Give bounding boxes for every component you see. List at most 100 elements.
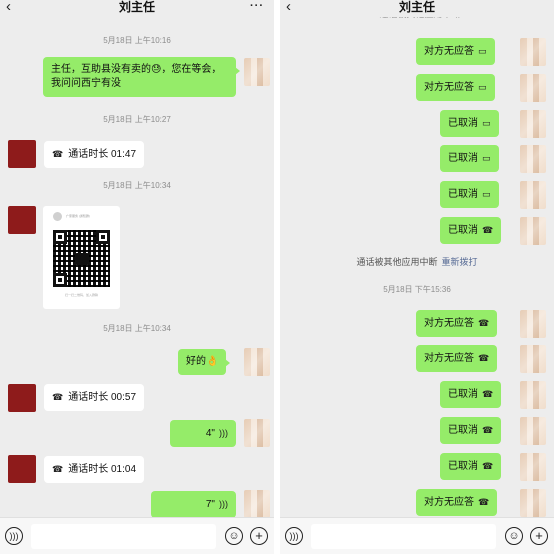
call-label: 对方无应答 bbox=[424, 82, 474, 93]
avatar[interactable] bbox=[520, 489, 546, 517]
call-record[interactable]: 已取消 ▭ bbox=[440, 181, 499, 208]
call-label: 已取消 bbox=[448, 225, 478, 236]
message-input[interactable] bbox=[311, 524, 496, 549]
voice-input-icon[interactable]: ))) bbox=[285, 527, 303, 545]
call-record[interactable]: ☎ 通话时长 01:04 bbox=[44, 456, 145, 483]
input-bar: ))) ☺ + bbox=[0, 517, 274, 554]
avatar[interactable] bbox=[520, 381, 546, 409]
call-label: 已取消 bbox=[448, 425, 478, 436]
voice-wave-icon: ))) bbox=[219, 428, 228, 438]
call-label: 通话时长 01:04 bbox=[68, 464, 137, 475]
chat-window-right: 通话被其他应用中断 对方无应答 ▭ 对方无应答 ▭ 已取消 ▭ 已取消 ▭ 已取消 ▭ 已… bbox=[280, 0, 554, 554]
avatar[interactable] bbox=[520, 181, 546, 209]
phone-icon: ☎ bbox=[482, 389, 494, 399]
qr-footer: 扫一扫二维码，加入群聊 bbox=[64, 293, 98, 297]
avatar[interactable] bbox=[520, 145, 546, 173]
chat-title: 刘主任 bbox=[118, 0, 155, 14]
call-record[interactable]: 已取消 ☎ bbox=[440, 217, 502, 244]
chat-title: 刘主任 bbox=[398, 0, 435, 14]
phone-icon: ☎ bbox=[52, 464, 64, 474]
timestamp: 5月18日 下午15:36 bbox=[383, 285, 451, 294]
call-label: 已取消 bbox=[448, 153, 478, 164]
call-record[interactable]: 对方无应答 ▭ bbox=[416, 74, 495, 101]
video-camera-icon: ▭ bbox=[482, 118, 491, 128]
avatar[interactable] bbox=[8, 140, 36, 168]
group-logo bbox=[53, 212, 62, 221]
qr-finder bbox=[53, 273, 67, 287]
video-camera-icon: ▭ bbox=[478, 46, 487, 56]
voice-duration: 7" bbox=[205, 499, 215, 510]
call-label: 已取消 bbox=[448, 461, 478, 472]
avatar[interactable] bbox=[8, 455, 36, 483]
system-note-text: 通话被其他应用中断 bbox=[356, 257, 438, 267]
qr-finder bbox=[53, 230, 67, 244]
call-record[interactable]: 已取消 ▭ bbox=[440, 145, 499, 172]
phone-icon: ☎ bbox=[478, 353, 490, 363]
emoji-icon[interactable]: ☺ bbox=[505, 527, 523, 545]
wechat-logo-icon bbox=[75, 253, 89, 265]
phone-icon: ☎ bbox=[478, 318, 490, 328]
call-record[interactable]: 对方无应答 ▭ bbox=[416, 38, 495, 65]
qr-code-card[interactable]: 广家服务 (通知群) 扫一扫二维码，加入群聊 bbox=[43, 206, 120, 309]
call-label: 通话时长 01:47 bbox=[68, 149, 137, 160]
avatar[interactable] bbox=[244, 58, 270, 86]
phone-icon: ☎ bbox=[478, 497, 490, 507]
avatar[interactable] bbox=[8, 384, 36, 412]
avatar[interactable] bbox=[520, 453, 546, 481]
video-camera-icon: ▭ bbox=[482, 189, 491, 199]
qr-finder bbox=[96, 230, 110, 244]
avatar[interactable] bbox=[520, 38, 546, 66]
phone-icon: ☎ bbox=[482, 425, 494, 435]
call-record[interactable]: 已取消 ▭ bbox=[440, 110, 499, 137]
call-record[interactable]: 对方无应答 ☎ bbox=[416, 489, 498, 516]
plus-icon[interactable]: + bbox=[530, 527, 548, 545]
call-record[interactable]: ☎ 通话时长 01:47 bbox=[44, 141, 145, 168]
voice-message[interactable]: 7"))) bbox=[151, 491, 236, 518]
avatar[interactable] bbox=[520, 417, 546, 445]
avatar[interactable] bbox=[244, 348, 270, 376]
emoji-icon[interactable]: ☺ bbox=[225, 527, 243, 545]
timestamp: 5月18日 上午10:34 bbox=[103, 181, 171, 190]
avatar[interactable] bbox=[244, 419, 270, 447]
phone-icon: ☎ bbox=[52, 149, 64, 159]
timestamp: 5月18日 上午10:27 bbox=[103, 115, 171, 124]
call-record[interactable]: 对方无应答 ☎ bbox=[416, 345, 498, 372]
call-label: 对方无应答 bbox=[424, 318, 474, 329]
avatar[interactable] bbox=[520, 310, 546, 338]
avatar[interactable] bbox=[520, 345, 546, 373]
message-list: 5月18日 上午10:16 主任，互助县没有卖的😓，您在等会，我问问西宁有没 5… bbox=[0, 17, 274, 518]
call-record[interactable]: 已取消 ☎ bbox=[440, 381, 502, 408]
more-dots-icon[interactable]: ··· bbox=[250, 0, 264, 12]
phone-icon: ☎ bbox=[482, 461, 494, 471]
call-record[interactable]: 对方无应答 ☎ bbox=[416, 310, 498, 337]
voice-wave-icon: ))) bbox=[219, 499, 228, 509]
redial-link[interactable]: 重新拨打 bbox=[442, 257, 478, 267]
call-label: 已取消 bbox=[448, 389, 478, 400]
qr-header: 广家服务 (通知群) bbox=[66, 214, 90, 218]
call-record[interactable]: 已取消 ☎ bbox=[440, 453, 502, 480]
voice-input-icon[interactable]: ))) bbox=[5, 527, 23, 545]
avatar[interactable] bbox=[244, 490, 270, 518]
call-label: 对方无应答 bbox=[424, 353, 474, 364]
call-label: 已取消 bbox=[448, 189, 478, 200]
call-label: 通话时长 00:57 bbox=[68, 392, 137, 403]
avatar[interactable] bbox=[520, 74, 546, 102]
phone-icon: ☎ bbox=[482, 225, 494, 235]
message-list: 通话被其他应用中断 对方无应答 ▭ 对方无应答 ▭ 已取消 ▭ 已取消 ▭ 已取消 ▭ 已… bbox=[280, 9, 554, 517]
message-input[interactable] bbox=[31, 524, 216, 549]
avatar[interactable] bbox=[520, 110, 546, 138]
call-record[interactable]: 已取消 ☎ bbox=[440, 417, 502, 444]
message-bubble[interactable]: 主任，互助县没有卖的😓，您在等会，我问问西宁有没 bbox=[43, 57, 240, 97]
chat-header: ‹ 刘主任 bbox=[280, 0, 554, 17]
voice-message[interactable]: 4"))) bbox=[170, 420, 236, 447]
chat-window-left: ‹ 刘主任 ··· 5月18日 上午10:16 主任，互助县没有卖的😓，您在等会… bbox=[0, 0, 274, 554]
phone-icon: ☎ bbox=[52, 392, 64, 402]
plus-icon[interactable]: + bbox=[250, 527, 268, 545]
chat-header: ‹ 刘主任 ··· bbox=[0, 0, 274, 17]
avatar[interactable] bbox=[520, 217, 546, 245]
timestamp: 5月18日 上午10:34 bbox=[103, 324, 171, 333]
input-bar: ))) ☺ + bbox=[280, 517, 554, 554]
avatar[interactable] bbox=[8, 206, 36, 234]
message-bubble[interactable]: 好的👌 bbox=[178, 349, 231, 375]
call-record[interactable]: ☎ 通话时长 00:57 bbox=[44, 384, 145, 411]
